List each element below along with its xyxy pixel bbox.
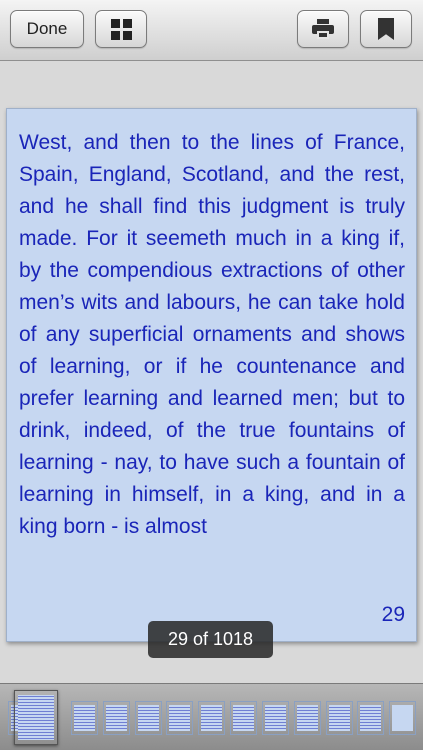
bookmark-button[interactable] bbox=[360, 10, 412, 48]
thumbnail-strip[interactable] bbox=[0, 683, 423, 750]
page-thumbnail[interactable] bbox=[262, 701, 289, 735]
top-toolbar: Done bbox=[0, 0, 423, 61]
page-text: West, and then to the lines of France, S… bbox=[19, 131, 405, 538]
page-thumbnail[interactable] bbox=[389, 701, 416, 735]
current-page-thumbnail[interactable] bbox=[14, 690, 58, 745]
page-indicator: 29 of 1018 bbox=[148, 621, 273, 658]
print-button[interactable] bbox=[297, 10, 349, 48]
page-thumbnail[interactable] bbox=[326, 701, 353, 735]
printer-icon bbox=[312, 19, 334, 39]
page-thumbnail[interactable] bbox=[166, 701, 193, 735]
page-thumbnail[interactable] bbox=[230, 701, 257, 735]
done-button[interactable]: Done bbox=[10, 10, 84, 48]
page-thumbnail[interactable] bbox=[294, 701, 321, 735]
page-number: 29 bbox=[381, 603, 405, 626]
grid-icon bbox=[110, 18, 132, 40]
thumbnail-grid-button[interactable] bbox=[95, 10, 147, 48]
bookmark-icon bbox=[378, 18, 394, 40]
page-thumbnail[interactable] bbox=[198, 701, 225, 735]
page-thumbnail[interactable] bbox=[103, 701, 130, 735]
page-thumbnail[interactable] bbox=[71, 701, 98, 735]
page-thumbnail[interactable] bbox=[357, 701, 384, 735]
page-thumbnail[interactable] bbox=[135, 701, 162, 735]
book-page[interactable]: West, and then to the lines of France, S… bbox=[6, 108, 417, 642]
